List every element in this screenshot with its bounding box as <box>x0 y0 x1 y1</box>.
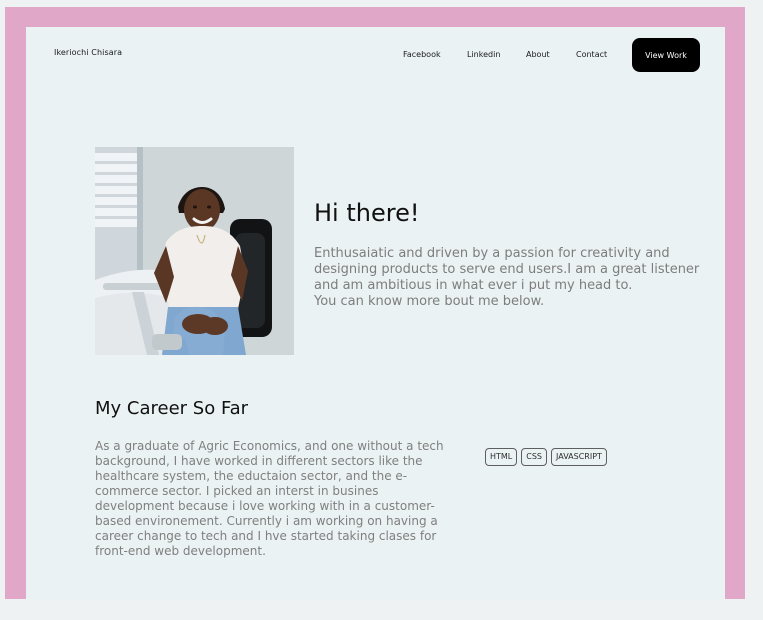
career-description-line: development because i love working with … <box>95 499 435 513</box>
career-description-line: healthcare system, the eductaion sector,… <box>95 469 408 483</box>
portfolio-page: Ikeriochi Chisara Facebook Linkedin Abou… <box>26 27 725 599</box>
nav-about[interactable]: About <box>526 50 550 59</box>
skill-tag-html: HTML <box>485 448 518 466</box>
career-description-line: career change to tech and I hve started … <box>95 529 437 543</box>
brand-name: Ikeriochi Chisara <box>54 48 123 57</box>
career-description: As a graduate of Agric Economics, and on… <box>95 439 445 559</box>
nav-linkedin[interactable]: Linkedin <box>467 50 500 59</box>
hero-description-line: You can know more bout me below. <box>314 294 545 309</box>
career-description-line: commerce sector. I picked an interst in … <box>95 484 379 498</box>
profile-photo-illustration <box>95 147 294 355</box>
career-description-line: As a graduate of Agric Economics, and on… <box>95 439 444 453</box>
view-work-button[interactable]: View Work <box>632 38 700 72</box>
hero-description-line: and am ambitious in what ever i put my h… <box>314 278 633 293</box>
skill-tag-css: CSS <box>521 448 548 466</box>
hero-description: Enthusaiatic and driven by a passion for… <box>314 246 714 310</box>
hero-description-line: designing products to serve end users.I … <box>314 262 700 277</box>
career-title: My Career So Far <box>95 398 249 419</box>
profile-photo <box>95 147 294 355</box>
skill-tag-javascript: JAVASCRIPT <box>551 448 607 466</box>
career-description-line: based environement. Currently i am worki… <box>95 514 438 528</box>
hero-description-line: Enthusaiatic and driven by a passion for… <box>314 246 670 261</box>
hero-title: Hi there! <box>314 199 420 227</box>
nav-facebook[interactable]: Facebook <box>403 50 441 59</box>
career-description-line: background, I have worked in different s… <box>95 454 423 468</box>
skill-tags: HTML CSS JAVASCRIPT <box>485 448 607 466</box>
nav-contact[interactable]: Contact <box>576 50 607 59</box>
career-description-line: front-end web development. <box>95 544 266 558</box>
